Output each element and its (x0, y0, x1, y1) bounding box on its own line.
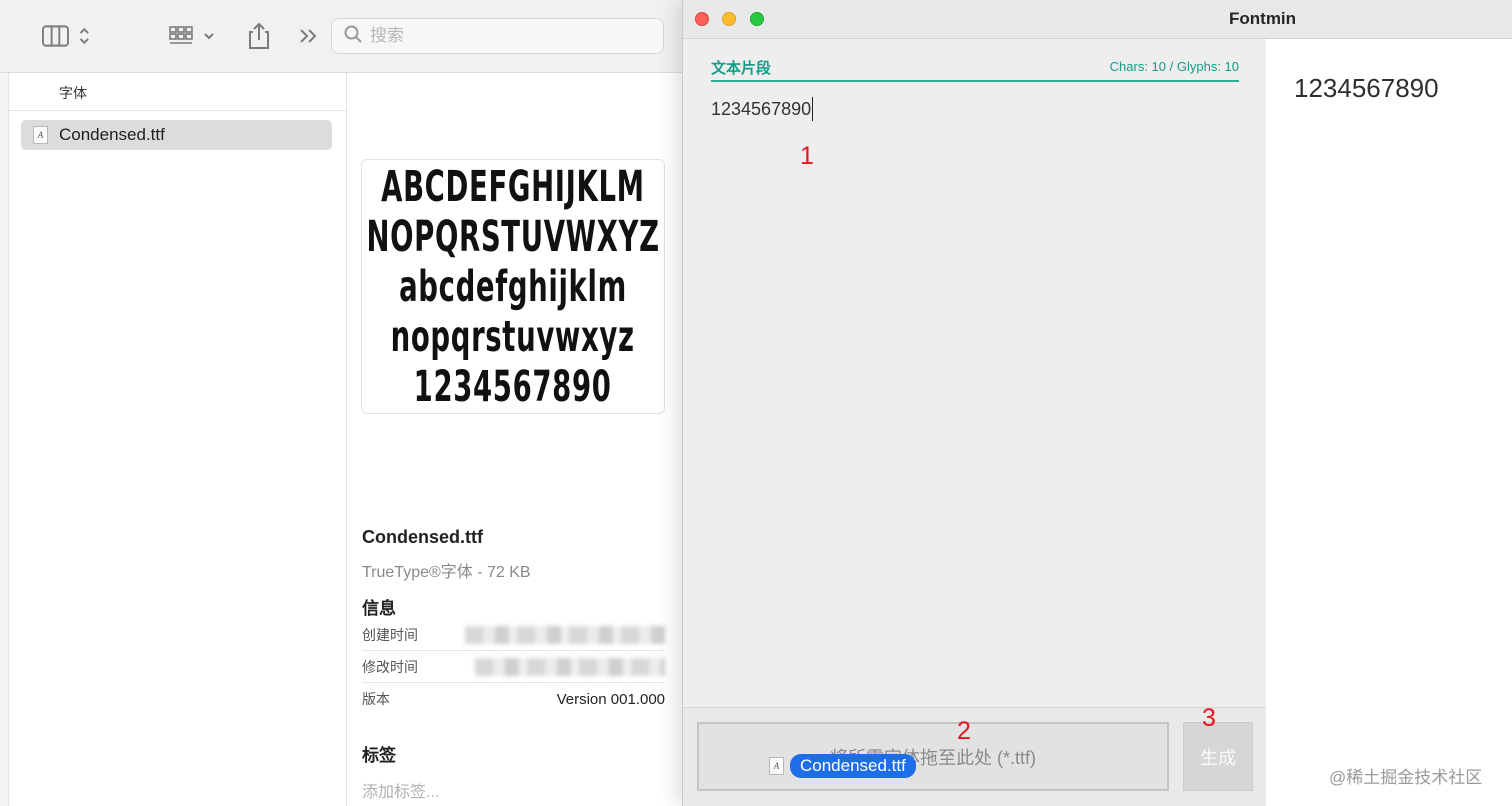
step-marker-3: 3 (1202, 704, 1216, 732)
modified-value-blurred (475, 657, 665, 676)
view-columns-icon[interactable] (42, 22, 92, 50)
file-info: Condensed.ttf TrueType®字体 - 72 KB 信息 创建时… (362, 527, 665, 802)
created-label: 创建时间 (362, 626, 418, 643)
search-field[interactable] (331, 18, 664, 54)
modified-row: 修改时间 (362, 651, 665, 683)
preview-line: abcdefghijklm (399, 261, 627, 312)
text-input[interactable]: 1234567890 (711, 97, 814, 121)
window-title: Fontmin (1229, 9, 1297, 28)
modified-label: 修改时间 (362, 658, 418, 675)
file-row-selected[interactable]: A Condensed.ttf (21, 120, 332, 150)
dragged-file-label: Condensed.ttf (790, 754, 916, 778)
version-row: 版本 Version 001.000 (362, 683, 665, 715)
version-value: Version 001.000 (556, 690, 665, 708)
info-section-title: 信息 (362, 599, 396, 618)
finder-toolbar (0, 0, 684, 73)
search-input[interactable] (370, 26, 630, 46)
tab-underline (711, 80, 1239, 82)
bottom-bar: 将所需字体拖至此处 (*.ttf) A Condensed.ttf 生成 (683, 707, 1266, 806)
font-file-icon: A (33, 126, 48, 144)
step-marker-2: 2 (957, 717, 971, 745)
font-preview: ABCDEFGHIJKLM NOPQRSTUVWXYZ abcdefghijkl… (361, 159, 665, 414)
watermark: @稀土掘金技术社区 (1329, 768, 1483, 787)
sidebar-edge (0, 73, 9, 806)
result-preview-pane: 1234567890 (1266, 39, 1512, 806)
zoom-button[interactable] (750, 12, 764, 26)
info-subtitle: TrueType®字体 - 72 KB (362, 564, 531, 581)
fontmin-window: Fontmin 文本片段 Chars: 10 / Glyphs: 10 1234… (682, 0, 1512, 806)
text-editor-pane: 文本片段 Chars: 10 / Glyphs: 10 1234567890 (683, 39, 1266, 707)
font-drop-zone[interactable]: 将所需字体拖至此处 (*.ttf) (697, 722, 1169, 791)
preview-line: ABCDEFGHIJKLM (381, 161, 645, 212)
dragged-file[interactable]: A Condensed.ttf (769, 754, 916, 778)
glyph-stats: Chars: 10 / Glyphs: 10 (1109, 59, 1239, 74)
close-button[interactable] (695, 12, 709, 26)
preview-pane: ABCDEFGHIJKLM NOPQRSTUVWXYZ abcdefghijkl… (347, 73, 684, 806)
created-row: 创建时间 (362, 619, 665, 651)
list-header: 字体 (9, 73, 346, 111)
tags-title: 标签 (362, 746, 396, 765)
preview-line: NOPQRSTUVWXYZ (366, 211, 660, 262)
finder-window: 字体 A Condensed.ttf ABCDEFGHIJKLM NOPQRST… (0, 0, 684, 806)
share-icon[interactable] (246, 22, 272, 50)
file-name: Condensed.ttf (59, 125, 165, 144)
version-label: 版本 (362, 691, 390, 707)
font-file-icon: A (769, 757, 784, 775)
add-tags-field[interactable]: 添加标签... (362, 778, 665, 802)
info-title: Condensed.ttf (362, 527, 483, 547)
generate-button[interactable]: 生成 (1183, 722, 1253, 791)
search-icon (344, 25, 362, 48)
result-preview-text: 1234567890 (1294, 73, 1439, 103)
file-list: 字体 A Condensed.ttf (9, 73, 347, 806)
group-icon[interactable] (168, 22, 220, 50)
title-bar[interactable]: Fontmin (683, 0, 1512, 39)
preview-line: 1234567890 (414, 361, 612, 412)
more-chevron-icon[interactable] (296, 22, 322, 50)
preview-line: nopqrstuvwxyz (391, 311, 636, 362)
step-marker-1: 1 (800, 142, 814, 170)
created-value-blurred (465, 625, 665, 644)
tab-text-snippet[interactable]: 文本片段 (711, 57, 771, 78)
minimize-button[interactable] (722, 12, 736, 26)
